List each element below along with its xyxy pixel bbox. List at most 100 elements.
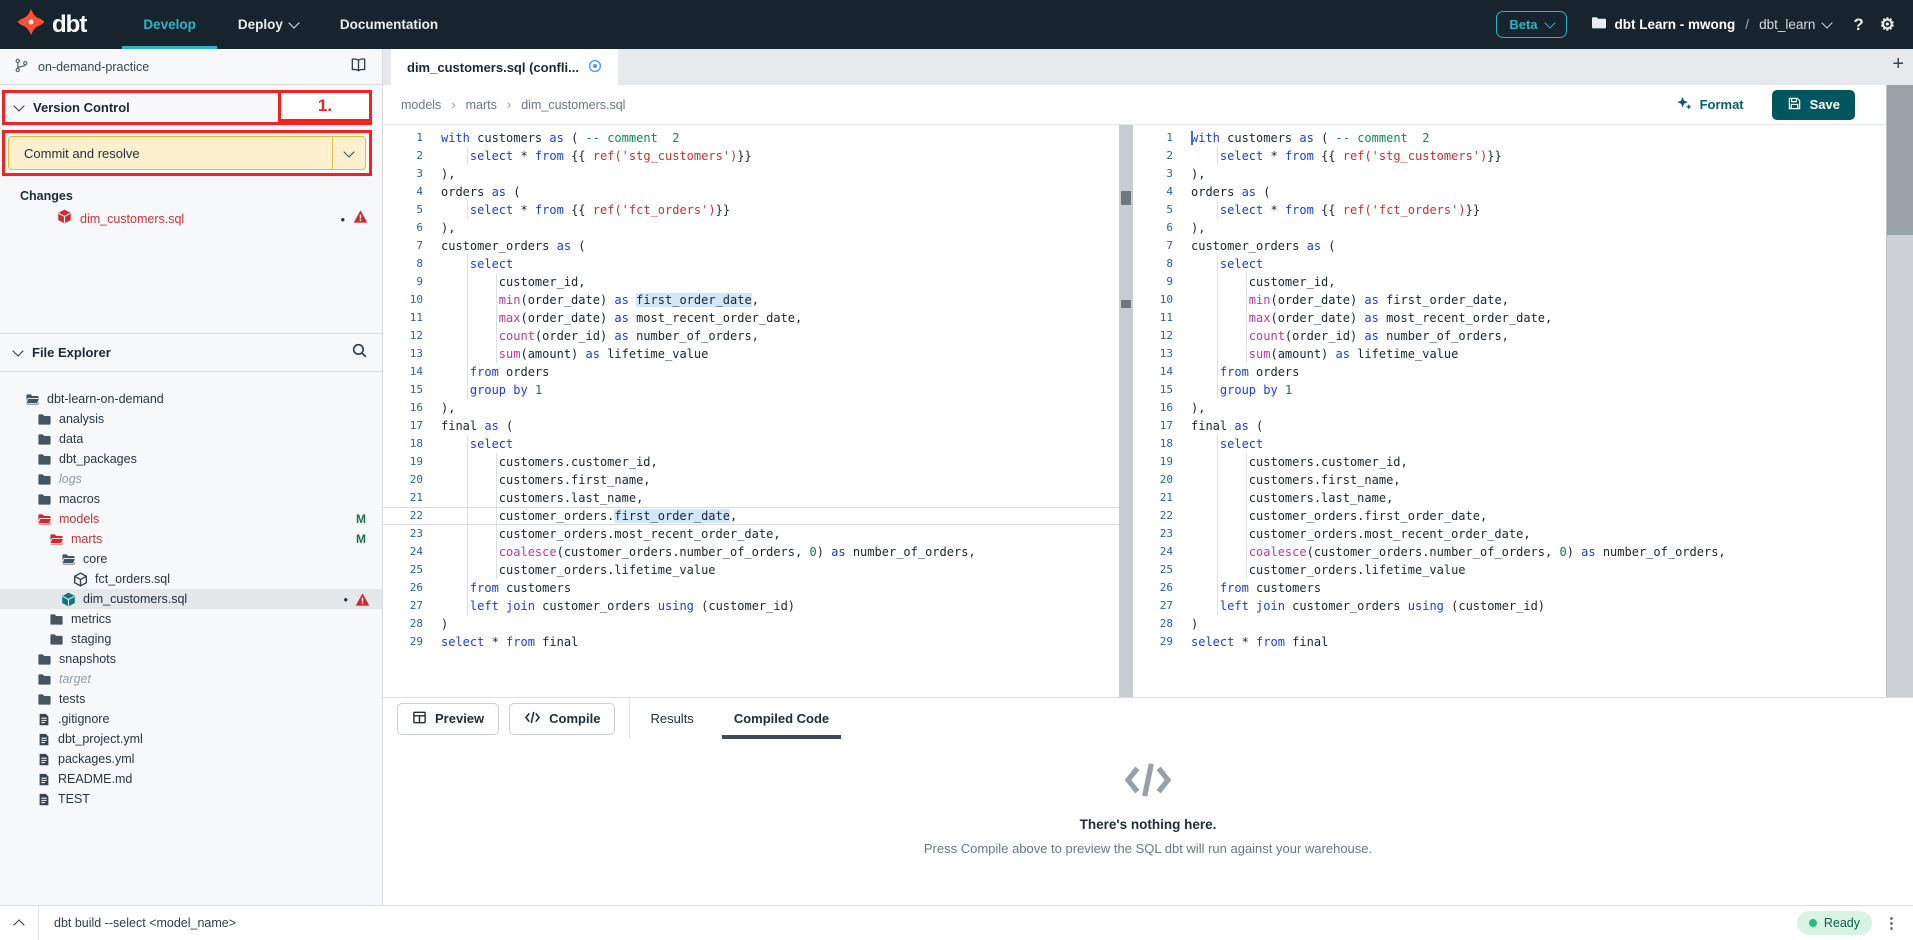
file-tree-item[interactable]: README.md bbox=[0, 769, 382, 789]
scrollbar-thumb[interactable] bbox=[1121, 300, 1131, 308]
code-line[interactable]: 23 customer_orders.most_recent_order_dat… bbox=[1133, 525, 1886, 543]
code-line[interactable]: 14 from orders bbox=[383, 363, 1119, 381]
code-line[interactable]: 23 customer_orders.most_recent_order_dat… bbox=[383, 525, 1119, 543]
code-line[interactable]: 6), bbox=[383, 219, 1119, 237]
file-tree-item[interactable]: modelsM bbox=[0, 509, 382, 529]
code-line[interactable]: 16), bbox=[1133, 399, 1886, 417]
code-line[interactable]: 4orders as ( bbox=[383, 183, 1119, 201]
file-tree-item[interactable]: fct_orders.sql bbox=[0, 569, 382, 589]
file-tree-item[interactable]: dbt_project.yml bbox=[0, 729, 382, 749]
version-control-header[interactable]: Version Control bbox=[33, 100, 130, 115]
file-tree-item[interactable]: martsM bbox=[0, 529, 382, 549]
new-tab-button[interactable]: + bbox=[1892, 53, 1904, 76]
tab-compiled-code[interactable]: Compiled Code bbox=[714, 698, 849, 739]
file-tree-item[interactable]: .gitignore bbox=[0, 709, 382, 729]
scrollbar-thumb[interactable] bbox=[1887, 85, 1913, 235]
tab-results[interactable]: Results bbox=[630, 698, 713, 739]
breadcrumb-item[interactable]: dim_customers.sql bbox=[521, 98, 625, 112]
code-line[interactable]: 7customer_orders as ( bbox=[383, 237, 1119, 255]
pane-scrollbar[interactable] bbox=[1119, 125, 1133, 697]
code-line[interactable]: 28) bbox=[383, 615, 1119, 633]
file-explorer-header[interactable]: File Explorer bbox=[0, 333, 382, 372]
chevron-up-icon[interactable] bbox=[0, 917, 38, 929]
code-line[interactable]: 10 min(order_date) as first_order_date, bbox=[383, 291, 1119, 309]
code-line[interactable]: 5 select * from {{ ref('fct_orders')}} bbox=[1133, 201, 1886, 219]
nav-develop[interactable]: Develop bbox=[122, 0, 217, 49]
beta-toggle[interactable]: Beta bbox=[1496, 11, 1566, 38]
file-tree-item[interactable]: snapshots bbox=[0, 649, 382, 669]
code-line[interactable]: 7customer_orders as ( bbox=[1133, 237, 1886, 255]
code-line[interactable]: 21 customers.last_name, bbox=[383, 489, 1119, 507]
code-line[interactable]: 14 from orders bbox=[1133, 363, 1886, 381]
code-line[interactable]: 21 customers.last_name, bbox=[1133, 489, 1886, 507]
code-line[interactable]: 29select * from final bbox=[1133, 633, 1886, 651]
help-icon[interactable]: ? bbox=[1853, 15, 1863, 35]
code-line[interactable]: 3), bbox=[383, 165, 1119, 183]
compile-button[interactable]: Compile bbox=[509, 703, 615, 735]
code-line[interactable]: 18 select bbox=[1133, 435, 1886, 453]
file-tree-item[interactable]: packages.yml bbox=[0, 749, 382, 769]
code-line[interactable]: 4orders as ( bbox=[1133, 183, 1886, 201]
code-line[interactable]: 5 select * from {{ ref('fct_orders')}} bbox=[383, 201, 1119, 219]
code-line[interactable]: 26 from customers bbox=[1133, 579, 1886, 597]
code-line[interactable]: 27 left join customer_orders using (cust… bbox=[383, 597, 1119, 615]
file-tree-item[interactable]: metrics bbox=[0, 609, 382, 629]
code-line[interactable]: 8 select bbox=[1133, 255, 1886, 273]
chevron-down-icon[interactable] bbox=[13, 100, 24, 111]
code-line[interactable]: 18 select bbox=[383, 435, 1119, 453]
code-line[interactable]: 1with customers as ( -- comment 2 bbox=[383, 129, 1119, 147]
breadcrumb-item[interactable]: marts bbox=[466, 98, 497, 112]
account-project-selector[interactable]: dbt Learn - mwong / dbt_learn bbox=[1591, 16, 1832, 33]
code-line[interactable]: 20 customers.first_name, bbox=[383, 471, 1119, 489]
code-line[interactable]: 17final as ( bbox=[1133, 417, 1886, 435]
gear-icon[interactable]: ⚙ bbox=[1880, 15, 1895, 35]
editor-vertical-scrollbar[interactable] bbox=[1886, 85, 1913, 697]
code-line[interactable]: 29select * from final bbox=[383, 633, 1119, 651]
file-tree-item[interactable]: data bbox=[0, 429, 382, 449]
kebab-menu-icon[interactable]: ⋮ bbox=[1884, 914, 1899, 932]
dbt-logo[interactable]: dbt bbox=[0, 7, 96, 42]
breadcrumb-item[interactable]: models bbox=[401, 98, 441, 112]
file-tree-item[interactable]: TEST bbox=[0, 789, 382, 809]
file-tree-item[interactable]: dbt_packages bbox=[0, 449, 382, 469]
code-line[interactable]: 25 customer_orders.lifetime_value bbox=[1133, 561, 1886, 579]
code-line[interactable]: 22 customer_orders.first_order_date, bbox=[1133, 507, 1886, 525]
code-line[interactable]: 11 max(order_date) as most_recent_order_… bbox=[1133, 309, 1886, 327]
commit-dropdown-button[interactable] bbox=[333, 151, 365, 156]
code-line[interactable]: 20 customers.first_name, bbox=[1133, 471, 1886, 489]
commit-and-resolve-button[interactable]: Commit and resolve bbox=[8, 136, 366, 170]
code-line[interactable]: 12 count(order_id) as number_of_orders, bbox=[1133, 327, 1886, 345]
diff-right-pane[interactable]: 1with customers as ( -- comment 22 selec… bbox=[1133, 125, 1886, 697]
code-line[interactable]: 11 max(order_date) as most_recent_order_… bbox=[383, 309, 1119, 327]
nav-documentation[interactable]: Documentation bbox=[319, 0, 459, 49]
file-tree-item[interactable]: core bbox=[0, 549, 382, 569]
file-tree-item[interactable]: logs bbox=[0, 469, 382, 489]
changed-file-row[interactable]: dim_customers.sql • bbox=[0, 207, 382, 231]
code-line[interactable]: 19 customers.customer_id, bbox=[383, 453, 1119, 471]
code-line[interactable]: 1with customers as ( -- comment 2 bbox=[1133, 129, 1886, 147]
code-line[interactable]: 25 customer_orders.lifetime_value bbox=[383, 561, 1119, 579]
code-line[interactable]: 22 customer_orders.first_order_date, bbox=[383, 507, 1119, 525]
code-line[interactable]: 17final as ( bbox=[383, 417, 1119, 435]
code-line[interactable]: 24 coalesce(customer_orders.number_of_or… bbox=[1133, 543, 1886, 561]
file-tree-item[interactable]: tests bbox=[0, 689, 382, 709]
file-tree-item[interactable]: target bbox=[0, 669, 382, 689]
save-button[interactable]: Save bbox=[1772, 90, 1855, 120]
code-line[interactable]: 9 customer_id, bbox=[383, 273, 1119, 291]
code-line[interactable]: 27 left join customer_orders using (cust… bbox=[1133, 597, 1886, 615]
code-line[interactable]: 3), bbox=[1133, 165, 1886, 183]
code-line[interactable]: 28) bbox=[1133, 615, 1886, 633]
search-icon[interactable] bbox=[351, 342, 368, 364]
editor-tab[interactable]: dim_customers.sql (confli... bbox=[391, 49, 618, 85]
code-line[interactable]: 10 min(order_date) as first_order_date, bbox=[1133, 291, 1886, 309]
code-line[interactable]: 19 customers.customer_id, bbox=[1133, 453, 1886, 471]
file-tree-item[interactable]: dbt-learn-on-demand bbox=[0, 389, 382, 409]
code-line[interactable]: 9 customer_id, bbox=[1133, 273, 1886, 291]
code-line[interactable]: 12 count(order_id) as number_of_orders, bbox=[383, 327, 1119, 345]
code-line[interactable]: 15 group by 1 bbox=[1133, 381, 1886, 399]
code-line[interactable]: 6), bbox=[1133, 219, 1886, 237]
code-line[interactable]: 13 sum(amount) as lifetime_value bbox=[383, 345, 1119, 363]
code-line[interactable]: 2 select * from {{ ref('stg_customers')}… bbox=[383, 147, 1119, 165]
scrollbar-thumb[interactable] bbox=[1121, 191, 1131, 205]
format-button[interactable]: Format bbox=[1676, 95, 1744, 115]
